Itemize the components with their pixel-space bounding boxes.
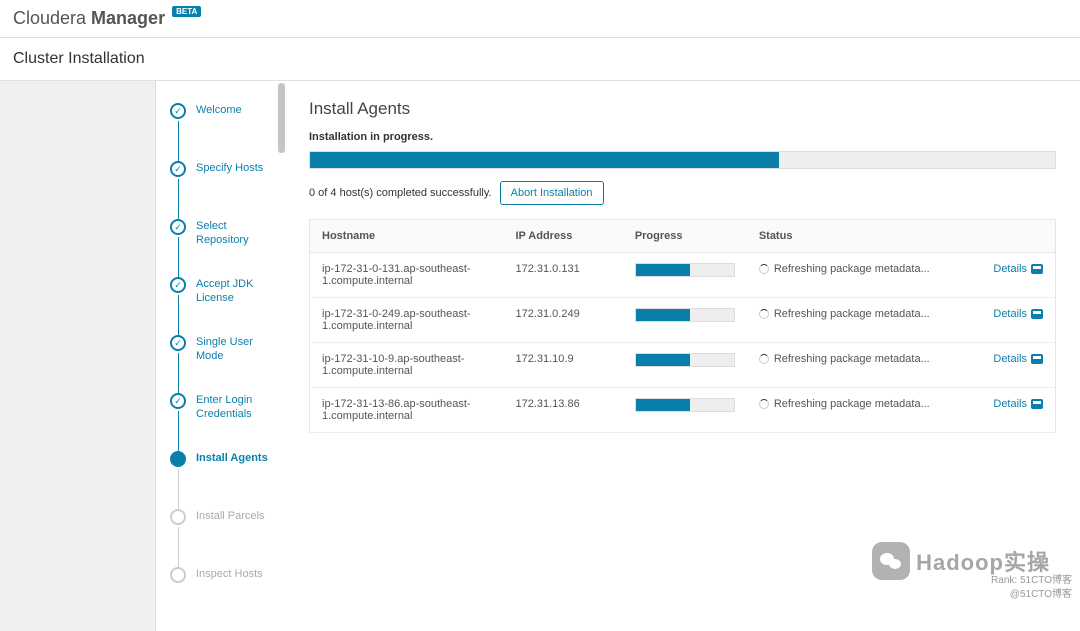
- page-breadcrumb: Cluster Installation: [0, 38, 1080, 81]
- cell-progress: [623, 298, 747, 343]
- spinner-icon: [759, 354, 769, 364]
- check-icon: ✓: [170, 393, 186, 409]
- popout-icon[interactable]: [1031, 354, 1043, 364]
- cell-status: Refreshing package metadata...: [747, 388, 976, 433]
- step-select-repository[interactable]: ✓ Select Repository: [156, 209, 285, 267]
- popout-icon[interactable]: [1031, 264, 1043, 274]
- step-install-agents[interactable]: Install Agents: [156, 441, 285, 499]
- check-icon: ✓: [170, 161, 186, 177]
- step-label[interactable]: Install Agents: [196, 451, 268, 465]
- left-gutter: [0, 81, 155, 631]
- spinner-icon: [759, 399, 769, 409]
- brand-logo[interactable]: Cloudera Manager BETA: [13, 8, 201, 28]
- overall-progress-fill: [310, 152, 779, 168]
- step-label[interactable]: Select Repository: [196, 219, 282, 247]
- completion-summary: 0 of 4 host(s) completed successfully.: [309, 187, 492, 199]
- details-link[interactable]: Details: [993, 353, 1027, 365]
- summary-row: 0 of 4 host(s) completed successfully. A…: [309, 181, 1056, 205]
- details-link[interactable]: Details: [993, 263, 1027, 275]
- step-label[interactable]: Enter Login Credentials: [196, 393, 282, 421]
- progress-label: Installation in progress.: [309, 131, 1056, 143]
- app-header: Cloudera Manager BETA: [0, 0, 1080, 38]
- step-welcome[interactable]: ✓ Welcome: [156, 93, 285, 151]
- brand-light: Cloudera: [13, 8, 91, 28]
- step-label: Install Parcels: [196, 509, 264, 523]
- cell-ip: 172.31.0.249: [503, 298, 622, 343]
- col-progress[interactable]: Progress: [623, 220, 747, 253]
- watermark: Rank: 51CTO博客 @51CTO博客: [991, 574, 1072, 602]
- cell-actions: Details: [976, 388, 1056, 433]
- col-hostname[interactable]: Hostname: [310, 220, 504, 253]
- cell-hostname: ip-172-31-13-86.ap-southeast-1.compute.i…: [310, 388, 504, 433]
- check-icon: ✓: [170, 277, 186, 293]
- wechat-icon: [872, 542, 910, 580]
- spinner-icon: [759, 309, 769, 319]
- cell-status: Refreshing package metadata...: [747, 253, 976, 298]
- step-enter-login-credentials[interactable]: ✓ Enter Login Credentials: [156, 383, 285, 441]
- check-icon: ✓: [170, 103, 186, 119]
- brand-bold: Manager: [91, 8, 165, 28]
- popout-icon[interactable]: [1031, 399, 1043, 409]
- cell-progress: [623, 388, 747, 433]
- cell-actions: Details: [976, 253, 1056, 298]
- step-inspect-hosts: Inspect Hosts: [156, 557, 285, 615]
- details-link[interactable]: Details: [993, 308, 1027, 320]
- current-step-icon: [170, 451, 186, 467]
- cell-status: Refreshing package metadata...: [747, 343, 976, 388]
- spinner-icon: [759, 264, 769, 274]
- table-row: ip-172-31-13-86.ap-southeast-1.compute.i…: [310, 388, 1056, 433]
- future-step-icon: [170, 509, 186, 525]
- watermark-line2: @51CTO博客: [991, 588, 1072, 602]
- col-ip[interactable]: IP Address: [503, 220, 622, 253]
- cell-actions: Details: [976, 298, 1056, 343]
- wizard-stepper: ✓ Welcome ✓ Specify Hosts ✓ Select Repository…: [155, 81, 285, 631]
- step-label[interactable]: Single User Mode: [196, 335, 282, 363]
- cell-actions: Details: [976, 343, 1056, 388]
- future-step-icon: [170, 567, 186, 583]
- beta-badge: BETA: [172, 6, 201, 17]
- cell-ip: 172.31.0.131: [503, 253, 622, 298]
- table-row: ip-172-31-0-131.ap-southeast-1.compute.i…: [310, 253, 1056, 298]
- cell-status: Refreshing package metadata...: [747, 298, 976, 343]
- table-row: ip-172-31-10-9.ap-southeast-1.compute.in…: [310, 343, 1056, 388]
- step-label[interactable]: Specify Hosts: [196, 161, 263, 175]
- cell-hostname: ip-172-31-10-9.ap-southeast-1.compute.in…: [310, 343, 504, 388]
- cell-progress: [623, 343, 747, 388]
- step-label[interactable]: Welcome: [196, 103, 242, 117]
- check-icon: ✓: [170, 335, 186, 351]
- step-single-user-mode[interactable]: ✓ Single User Mode: [156, 325, 285, 383]
- cell-hostname: ip-172-31-0-249.ap-southeast-1.compute.i…: [310, 298, 504, 343]
- details-link[interactable]: Details: [993, 398, 1027, 410]
- step-specify-hosts[interactable]: ✓ Specify Hosts: [156, 151, 285, 209]
- cell-ip: 172.31.10.9: [503, 343, 622, 388]
- check-icon: ✓: [170, 219, 186, 235]
- page-title: Install Agents: [309, 99, 1056, 119]
- cell-ip: 172.31.13.86: [503, 388, 622, 433]
- step-label: Inspect Hosts: [196, 567, 263, 581]
- cell-progress: [623, 253, 747, 298]
- wechat-text: Hadoop实操: [916, 545, 1050, 577]
- popout-icon[interactable]: [1031, 309, 1043, 319]
- table-row: ip-172-31-0-249.ap-southeast-1.compute.i…: [310, 298, 1056, 343]
- hosts-table: Hostname IP Address Progress Status ip-1…: [309, 219, 1056, 433]
- abort-installation-button[interactable]: Abort Installation: [500, 181, 604, 205]
- overall-progress-bar: [309, 151, 1056, 169]
- watermark-line1: Rank: 51CTO博客: [991, 574, 1072, 588]
- cell-hostname: ip-172-31-0-131.ap-southeast-1.compute.i…: [310, 253, 504, 298]
- step-install-parcels: Install Parcels: [156, 499, 285, 557]
- col-status[interactable]: Status: [747, 220, 976, 253]
- step-accept-jdk-license[interactable]: ✓ Accept JDK License: [156, 267, 285, 325]
- step-label[interactable]: Accept JDK License: [196, 277, 282, 305]
